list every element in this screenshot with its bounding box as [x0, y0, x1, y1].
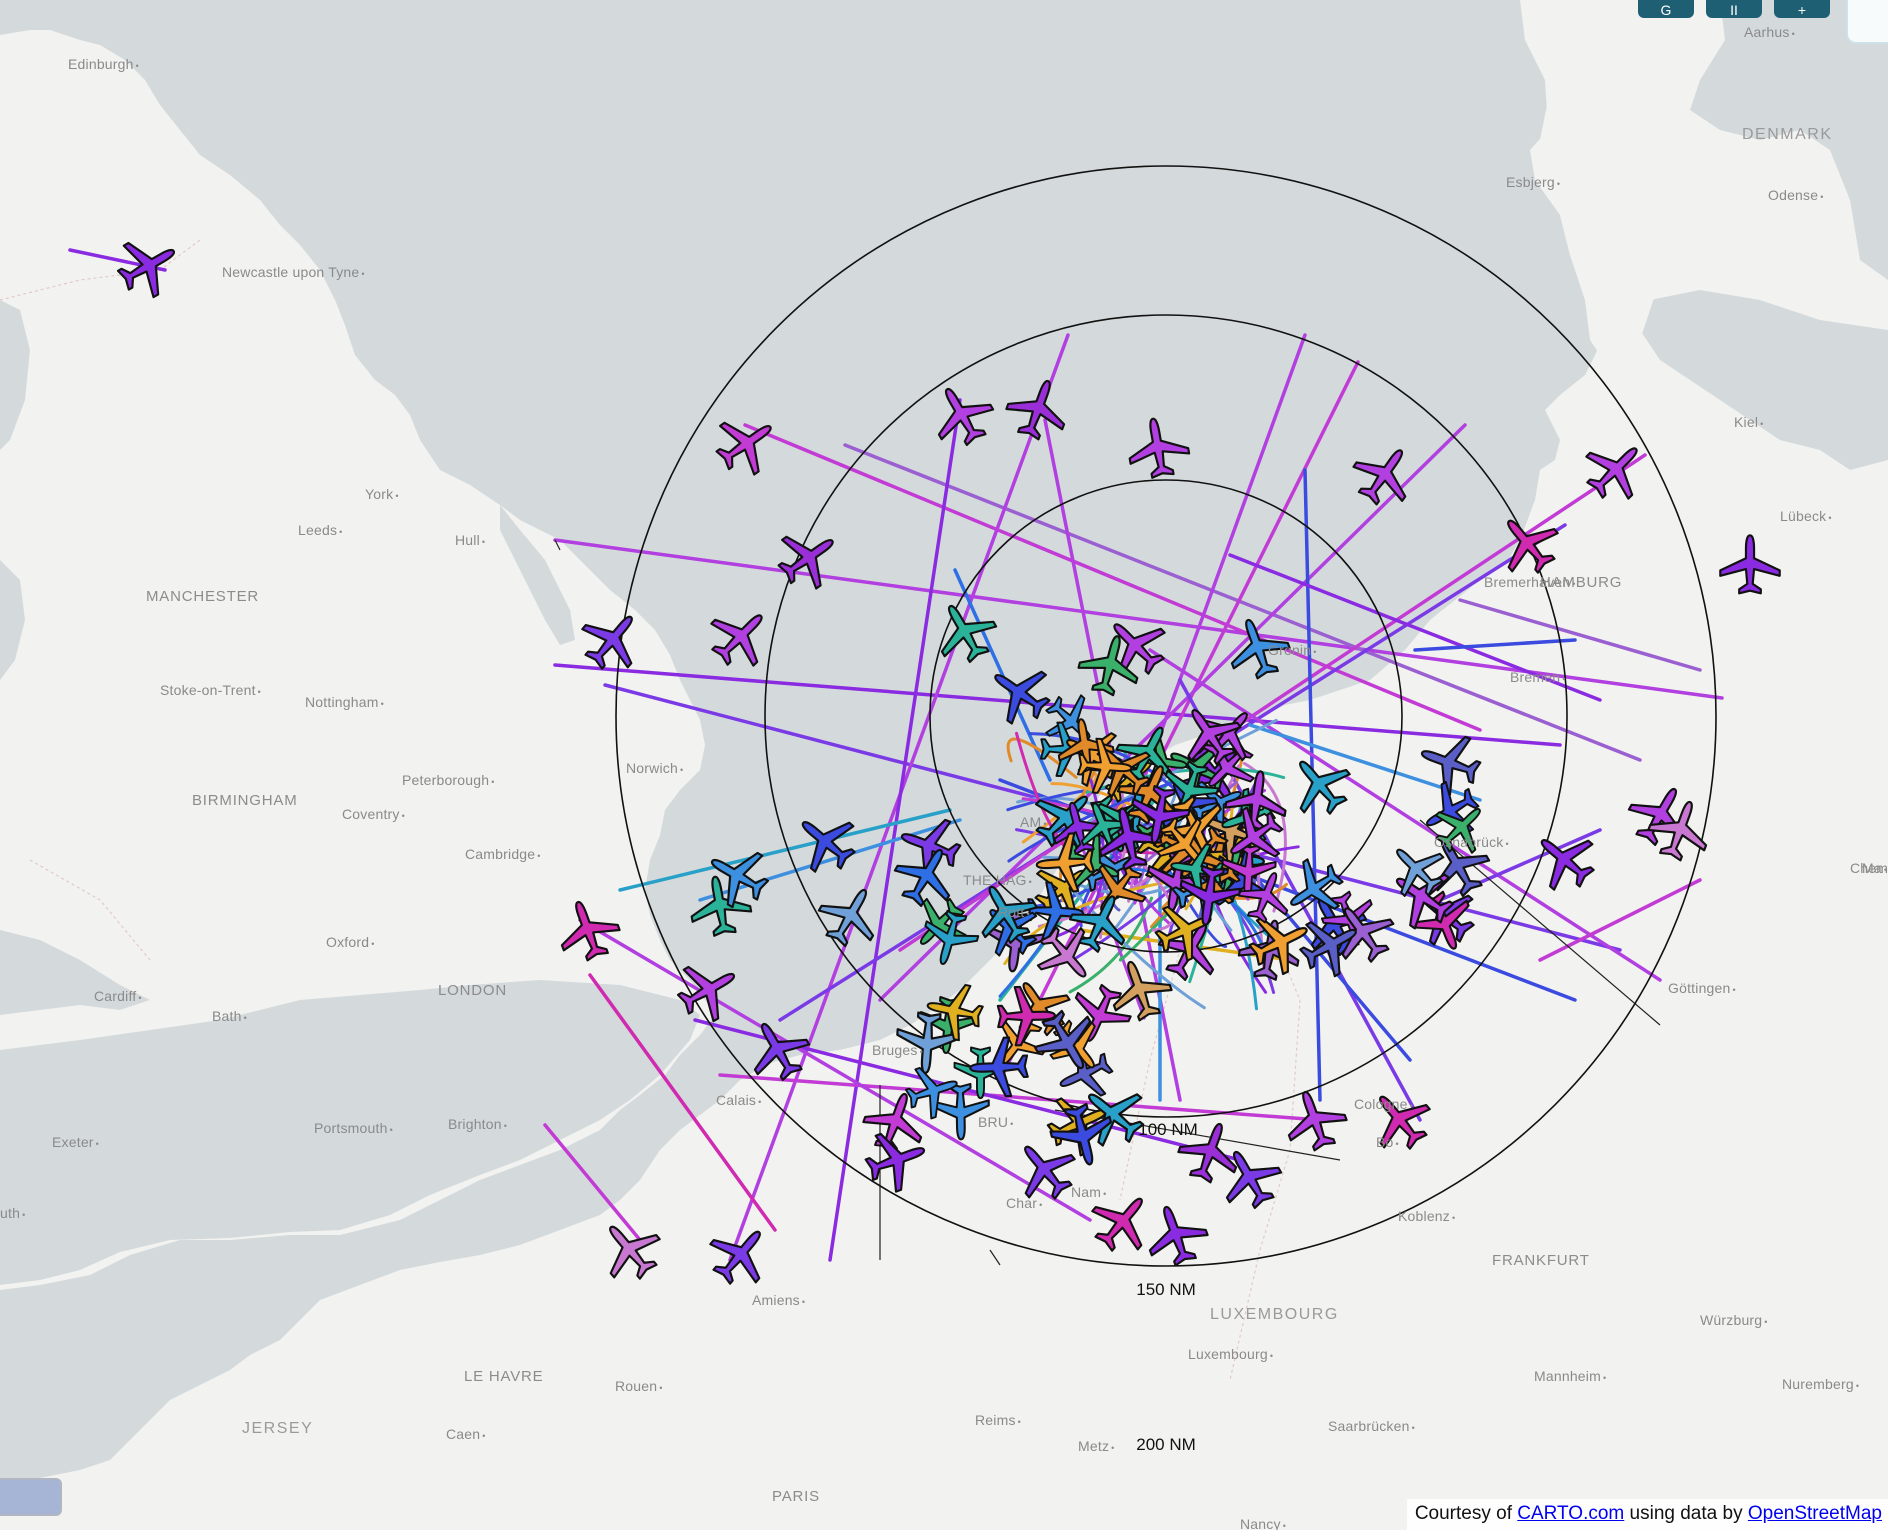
place-label: Würzburg — [1700, 1312, 1768, 1328]
place-label: York — [365, 486, 399, 502]
place-label: Brighton — [448, 1116, 507, 1132]
place-label: BRU — [978, 1114, 1014, 1130]
map-controls: G II + — [1638, 0, 1830, 18]
map-attribution: Courtesy of CARTO.com using data by Open… — [1406, 1499, 1888, 1530]
place-label: uth — [0, 1205, 25, 1221]
place-label: Lübeck — [1780, 508, 1832, 524]
place-label: Amiens — [752, 1292, 805, 1308]
place-label: Exeter — [52, 1134, 99, 1150]
place-label: Ma — [1862, 860, 1887, 876]
place-label: Rott — [998, 904, 1030, 920]
place-label: Göttingen — [1668, 980, 1736, 996]
place-label: Nam — [1071, 1184, 1107, 1200]
globe-button-label: G — [1660, 2, 1672, 18]
place-label: Metz — [1078, 1438, 1115, 1454]
place-label: THE HAG — [963, 872, 1032, 888]
place-label: DENMARK — [1742, 126, 1833, 143]
place-label: Mannheim — [1534, 1368, 1606, 1384]
globe-button[interactable]: G — [1638, 0, 1694, 18]
place-label: Char — [1006, 1195, 1043, 1211]
openstreetmap-link[interactable]: OpenStreetMap — [1748, 1503, 1882, 1524]
place-label: Gronin — [1268, 642, 1317, 658]
place-label: Cardiff — [94, 988, 142, 1004]
place-label: JERSEY — [242, 1420, 314, 1437]
place-label: Nottingham — [305, 694, 384, 710]
place-label: Coventry — [342, 806, 405, 822]
layer-switcher-icon[interactable] — [1846, 0, 1888, 44]
place-label: FRANKFURT — [1492, 1252, 1590, 1269]
place-label: Nuremberg — [1782, 1376, 1859, 1392]
place-label: Stoke-on-Trent — [160, 682, 261, 698]
place-label: Caen — [446, 1426, 486, 1442]
place-label: Peterborough — [402, 772, 495, 788]
place-label: Portsmouth — [314, 1120, 393, 1136]
place-label: Newcastle upon Tyne — [222, 264, 365, 280]
place-label: Osnabrück — [1434, 834, 1509, 850]
place-label: Bruges — [872, 1042, 923, 1058]
place-label: Edinburgh — [68, 56, 139, 72]
place-label: MANCHESTER — [146, 588, 260, 605]
place-label: Bremen — [1510, 669, 1566, 685]
zoom-in-button-label: + — [1797, 2, 1807, 18]
place-label: Hull — [455, 532, 485, 548]
place-label: Cologne — [1354, 1096, 1413, 1112]
place-label: Koblenz — [1398, 1208, 1455, 1224]
place-label: Rouen — [615, 1378, 663, 1394]
place-label: Cambridge — [465, 846, 541, 862]
flight-map[interactable]: Edinburgh Newcastle upon Tyne York Leeds Hul… — [0, 0, 1888, 1530]
place-label: Leeds — [298, 522, 343, 538]
ring-label-100: 100 NM — [1138, 1120, 1198, 1139]
map-canvas[interactable] — [0, 0, 1888, 1530]
place-label: PARIS — [772, 1488, 820, 1505]
pause-button[interactable]: II — [1706, 0, 1762, 18]
place-label: Bath — [212, 1008, 247, 1024]
ring-label-150: 150 NM — [1136, 1280, 1196, 1299]
place-label: Reims — [975, 1412, 1021, 1428]
place-label: Norwich — [626, 760, 683, 776]
place-label: Kiel — [1734, 414, 1764, 430]
place-label: Calais — [716, 1092, 761, 1108]
place-label: LONDON — [438, 982, 507, 999]
place-label: Saarbrücken — [1328, 1418, 1415, 1434]
pause-button-label: II — [1730, 2, 1738, 18]
place-label: HAMBURG — [1540, 574, 1623, 591]
place-label: LUXEMBOURG — [1210, 1306, 1339, 1323]
place-label: Aarhus — [1744, 24, 1795, 40]
place-label: AM — [1020, 814, 1047, 830]
place-label: Oxford — [326, 934, 375, 950]
carto-link[interactable]: CARTO.com — [1517, 1503, 1624, 1524]
place-label: LE HAVRE — [464, 1368, 544, 1385]
ring-label-200: 200 NM — [1136, 1435, 1196, 1454]
place-label: BIRMINGHAM — [192, 792, 298, 809]
zoom-in-button[interactable]: + — [1774, 0, 1830, 18]
place-label: Bo — [1376, 1134, 1399, 1150]
attribution-prefix: Courtesy of — [1414, 1503, 1518, 1524]
info-panel-toggle[interactable] — [0, 1478, 62, 1516]
attribution-middle: using data by — [1624, 1503, 1748, 1524]
place-label: Nancy — [1240, 1516, 1286, 1530]
place-label: Luxembourg — [1188, 1346, 1273, 1362]
place-label: Esbjerg — [1506, 174, 1560, 190]
place-label: Odense — [1768, 187, 1824, 203]
